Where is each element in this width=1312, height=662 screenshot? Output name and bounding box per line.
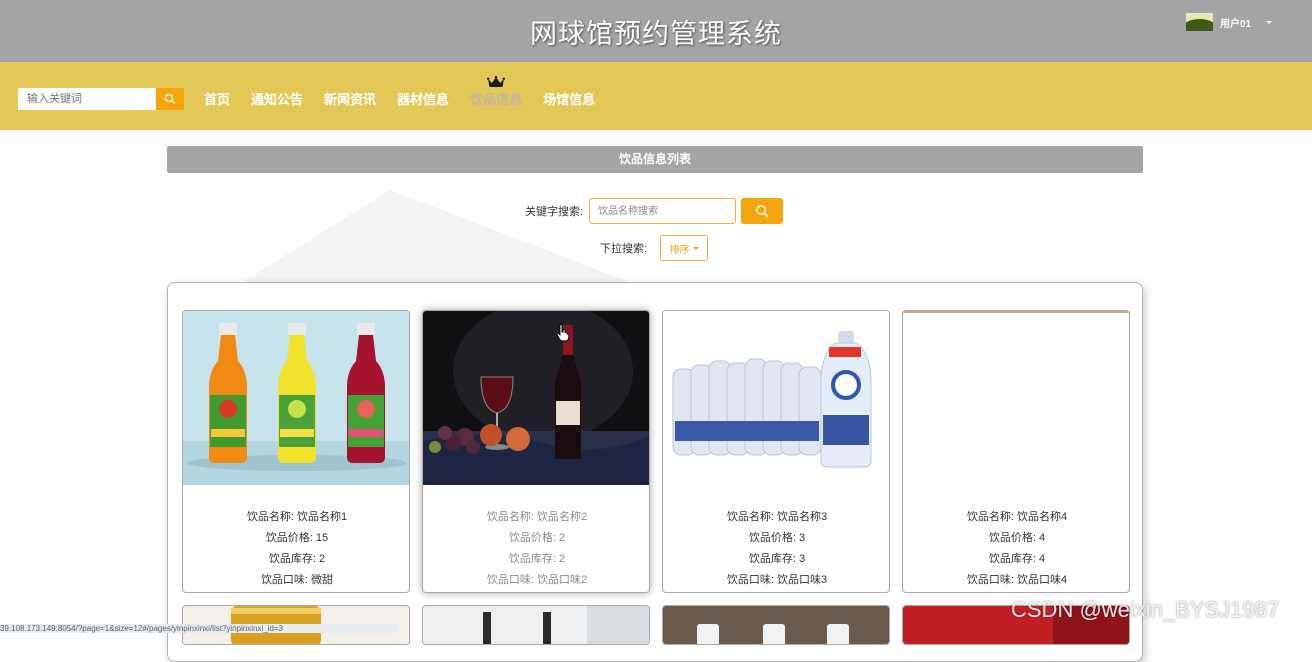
browser-status-url: 39.108.173.149:8054/?page=1&size=12#/pag…	[0, 624, 398, 633]
nav-item-venue[interactable]: 场馆信息	[543, 89, 595, 108]
product-card[interactable]: 饮品名称: 饮品名称3 饮品价格: 3 饮品库存: 3 饮品口味: 饮品口味3	[662, 310, 890, 593]
nav-item-home[interactable]: 首页	[204, 89, 230, 108]
chevron-down-icon	[692, 246, 699, 250]
background-decoration	[230, 190, 650, 290]
nav-item-notice[interactable]: 通知公告	[251, 89, 303, 108]
product-taste: 饮品口味: 饮品口味3	[726, 574, 828, 586]
keyword-search-button[interactable]	[741, 198, 784, 224]
watermark: CSDN @weixin_BYSJ1987	[1011, 597, 1280, 622]
nav-search-button[interactable]	[156, 88, 184, 110]
main-menu: 首页 通知公告 新闻资讯 器材信息 饮品信息 场馆信息	[204, 76, 616, 108]
product-price: 饮品价格: 2	[508, 532, 566, 544]
nav-search-input[interactable]	[18, 88, 156, 110]
product-image	[663, 606, 889, 644]
product-image	[423, 606, 649, 644]
user-menu[interactable]: 用户01	[1186, 13, 1273, 31]
product-image	[183, 311, 409, 485]
list-title: 饮品信息列表	[167, 146, 1143, 173]
product-price: 饮品价格: 15	[265, 532, 329, 544]
nav-item-drinks-label: 饮品信息	[470, 92, 523, 107]
username: 用户01	[1220, 18, 1252, 30]
product-name: 饮品名称: 饮品名称2	[486, 511, 588, 523]
hand-cursor-icon	[556, 324, 570, 342]
search-icon	[164, 93, 176, 105]
product-name: 饮品名称: 饮品名称4	[966, 511, 1068, 523]
keyword-search-row: 关键字搜索:	[525, 198, 784, 224]
nav-item-drinks[interactable]: 饮品信息	[470, 76, 523, 108]
search-icon	[756, 204, 769, 218]
product-info: 饮品名称: 饮品名称3 饮品价格: 3 饮品库存: 3 饮品口味: 饮品口味3	[663, 507, 889, 591]
product-price: 饮品价格: 3	[748, 532, 806, 544]
nav-bar: 首页 通知公告 新闻资讯 器材信息 饮品信息 场馆信息	[0, 62, 1312, 130]
product-card[interactable]: 饮品名称: 饮品名称4 饮品价格: 4 饮品库存: 4 饮品口味: 饮品口味4	[902, 310, 1130, 593]
nav-search	[18, 88, 184, 110]
keyword-label: 关键字搜索:	[525, 206, 584, 218]
product-stock: 饮品库存: 2	[508, 553, 566, 565]
product-stock: 饮品库存: 2	[268, 553, 326, 565]
product-info: 饮品名称: 饮品名称1 饮品价格: 15 饮品库存: 2 饮品口味: 微甜	[183, 507, 409, 591]
chevron-down-icon[interactable]	[1266, 20, 1273, 24]
dropdown-label: 下拉搜索:	[600, 243, 648, 255]
product-card[interactable]: 饮品名称: 饮品名称2 饮品价格: 2 饮品库存: 2 饮品口味: 饮品口味2	[422, 310, 650, 593]
sort-dropdown[interactable]: 排序	[660, 235, 709, 261]
site-title: 网球馆预约管理系统	[530, 19, 782, 50]
user-avatar	[1186, 13, 1213, 31]
product-panel: 饮品名称: 饮品名称1 饮品价格: 15 饮品库存: 2 饮品口味: 微甜 饮品…	[167, 282, 1143, 662]
nav-item-news[interactable]: 新闻资讯	[324, 89, 376, 108]
product-stock: 饮品库存: 3	[748, 553, 806, 565]
product-info: 饮品名称: 饮品名称4 饮品价格: 4 饮品库存: 4 饮品口味: 饮品口味4	[903, 507, 1129, 591]
product-taste: 饮品口味: 饮品口味4	[966, 574, 1068, 586]
product-taste: 饮品口味: 微甜	[260, 574, 334, 586]
product-stock: 饮品库存: 4	[988, 553, 1046, 565]
nav-item-equipment[interactable]: 器材信息	[397, 89, 449, 108]
product-card[interactable]	[422, 605, 650, 645]
product-name: 饮品名称: 饮品名称1	[246, 511, 348, 523]
product-name: 饮品名称: 饮品名称3	[726, 511, 828, 523]
top-header: 网球馆预约管理系统 用户01	[0, 0, 1312, 62]
product-image	[903, 311, 1129, 485]
keyword-search-input[interactable]	[589, 198, 737, 224]
product-image	[663, 311, 889, 485]
product-info: 饮品名称: 饮品名称2 饮品价格: 2 饮品库存: 2 饮品口味: 饮品口味2	[423, 507, 649, 591]
product-card[interactable]	[662, 605, 890, 645]
product-image	[423, 311, 649, 485]
sort-label: 排序	[669, 244, 690, 256]
product-card[interactable]: 饮品名称: 饮品名称1 饮品价格: 15 饮品库存: 2 饮品口味: 微甜	[182, 310, 410, 593]
dropdown-search-row: 下拉搜索: 排序	[600, 235, 709, 261]
product-price: 饮品价格: 4	[988, 532, 1046, 544]
product-taste: 饮品口味: 饮品口味2	[486, 574, 588, 586]
crown-icon	[487, 76, 506, 87]
